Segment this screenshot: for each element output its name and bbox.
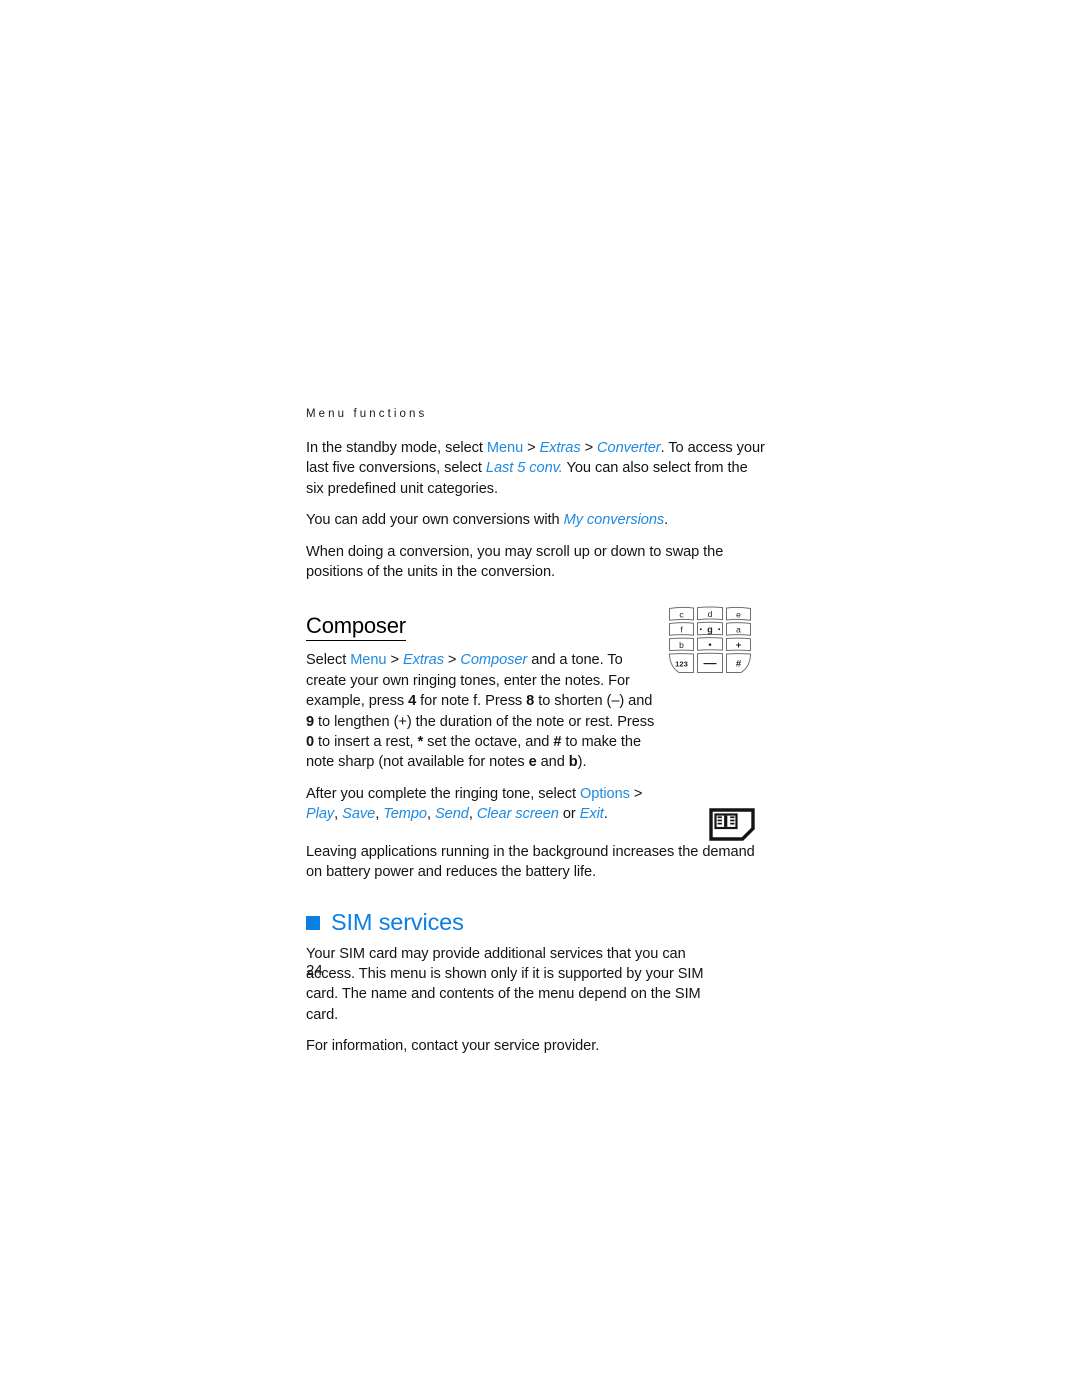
link-extras[interactable]: Extras <box>540 440 581 456</box>
paragraph-battery-note: Leaving applications running in the back… <box>306 843 755 881</box>
paragraph-sim-description: Your SIM card may provide additional ser… <box>306 945 704 1023</box>
svg-text:g: g <box>707 624 713 634</box>
paragraph-converter-intro: In the standby mode, select Menu > Extra… <box>306 438 766 499</box>
link-menu[interactable]: Menu <box>350 652 386 668</box>
paragraph-composer-instructions: Select Menu > Extras > Composer and a to… <box>306 650 663 772</box>
note-e: e <box>528 754 537 771</box>
svg-text:+: + <box>736 640 742 651</box>
link-converter[interactable]: Converter <box>597 440 661 456</box>
text-fragment: set the octave, and <box>423 734 554 751</box>
svg-text:d: d <box>708 609 713 619</box>
text-separator: > <box>580 440 598 456</box>
link-send[interactable]: Send <box>435 806 469 822</box>
note-b: b <box>568 754 578 771</box>
keypad-illustration: c d e f g a b + 123 # <box>666 603 756 689</box>
link-menu[interactable]: Menu <box>487 440 523 456</box>
page-content: Menu functions In the standby mode, sele… <box>306 408 766 1068</box>
paragraph-sim-contact: For information, contact your service pr… <box>306 1038 600 1055</box>
text-fragment: Select <box>306 652 351 669</box>
running-head: Menu functions <box>306 408 428 420</box>
text-separator: > <box>629 785 643 802</box>
link-extras[interactable]: Extras <box>403 652 444 668</box>
page-number: 24 <box>306 962 323 979</box>
svg-text:b: b <box>679 640 684 650</box>
text-comma: , <box>375 806 384 823</box>
text-comma: , <box>468 806 477 823</box>
text-fragment: . <box>603 806 608 823</box>
key-0: 0 <box>306 734 315 751</box>
svg-text:e: e <box>736 610 741 620</box>
paragraph-swap-positions: When doing a conversion, you may scroll … <box>306 543 724 581</box>
paragraph-options-menu: After you complete the ringing tone, sel… <box>306 784 663 825</box>
link-tempo[interactable]: Tempo <box>383 806 427 822</box>
text-fragment: and <box>536 754 569 771</box>
svg-text:#: # <box>736 659 742 670</box>
paragraph-my-conversions: You can add your own conversions with My… <box>306 510 766 530</box>
link-play[interactable]: Play <box>306 806 334 822</box>
link-my-conversions[interactable]: My conversions <box>564 512 665 528</box>
text-fragment: . <box>664 512 669 529</box>
svg-text:f: f <box>680 625 683 635</box>
text-separator: > <box>443 652 461 669</box>
text-fragment: ). <box>577 754 587 771</box>
link-exit[interactable]: Exit <box>580 806 604 822</box>
square-bullet-icon <box>306 915 320 930</box>
heading-sim-services-label: SIM services <box>331 908 464 935</box>
svg-text:a: a <box>736 625 741 635</box>
link-clear-screen[interactable]: Clear screen <box>477 806 559 822</box>
text-fragment: to lengthen (+) the duration of the note… <box>314 713 655 730</box>
text-fragment: to insert a rest, <box>314 734 418 751</box>
text-fragment: In the standby mode, select <box>306 440 487 456</box>
link-last-5-conv[interactable]: Last 5 conv. <box>486 460 563 476</box>
key-9: 9 <box>306 713 315 730</box>
key-4: 4 <box>408 693 417 710</box>
text-comma: , <box>334 806 343 823</box>
text-fragment: You can add your own conversions with <box>306 512 564 529</box>
text-separator: > <box>386 652 403 669</box>
link-options[interactable]: Options <box>580 786 630 802</box>
text-comma: , <box>426 806 435 823</box>
text-fragment: to shorten (–) and <box>534 693 653 710</box>
text-separator: > <box>523 440 540 456</box>
manual-page: Menu functions In the standby mode, sele… <box>0 0 1080 1397</box>
link-composer[interactable]: Composer <box>460 652 527 668</box>
text-fragment: or <box>558 806 580 823</box>
heading-composer: Composer <box>306 613 406 642</box>
sim-card-icon <box>709 808 755 841</box>
heading-sim-services: SIM services <box>306 908 766 936</box>
link-save[interactable]: Save <box>342 806 375 822</box>
text-fragment: After you complete the ringing tone, sel… <box>306 785 580 802</box>
svg-text:c: c <box>679 610 684 620</box>
svg-text:123: 123 <box>675 660 688 669</box>
text-fragment: for note f. Press <box>416 693 527 710</box>
